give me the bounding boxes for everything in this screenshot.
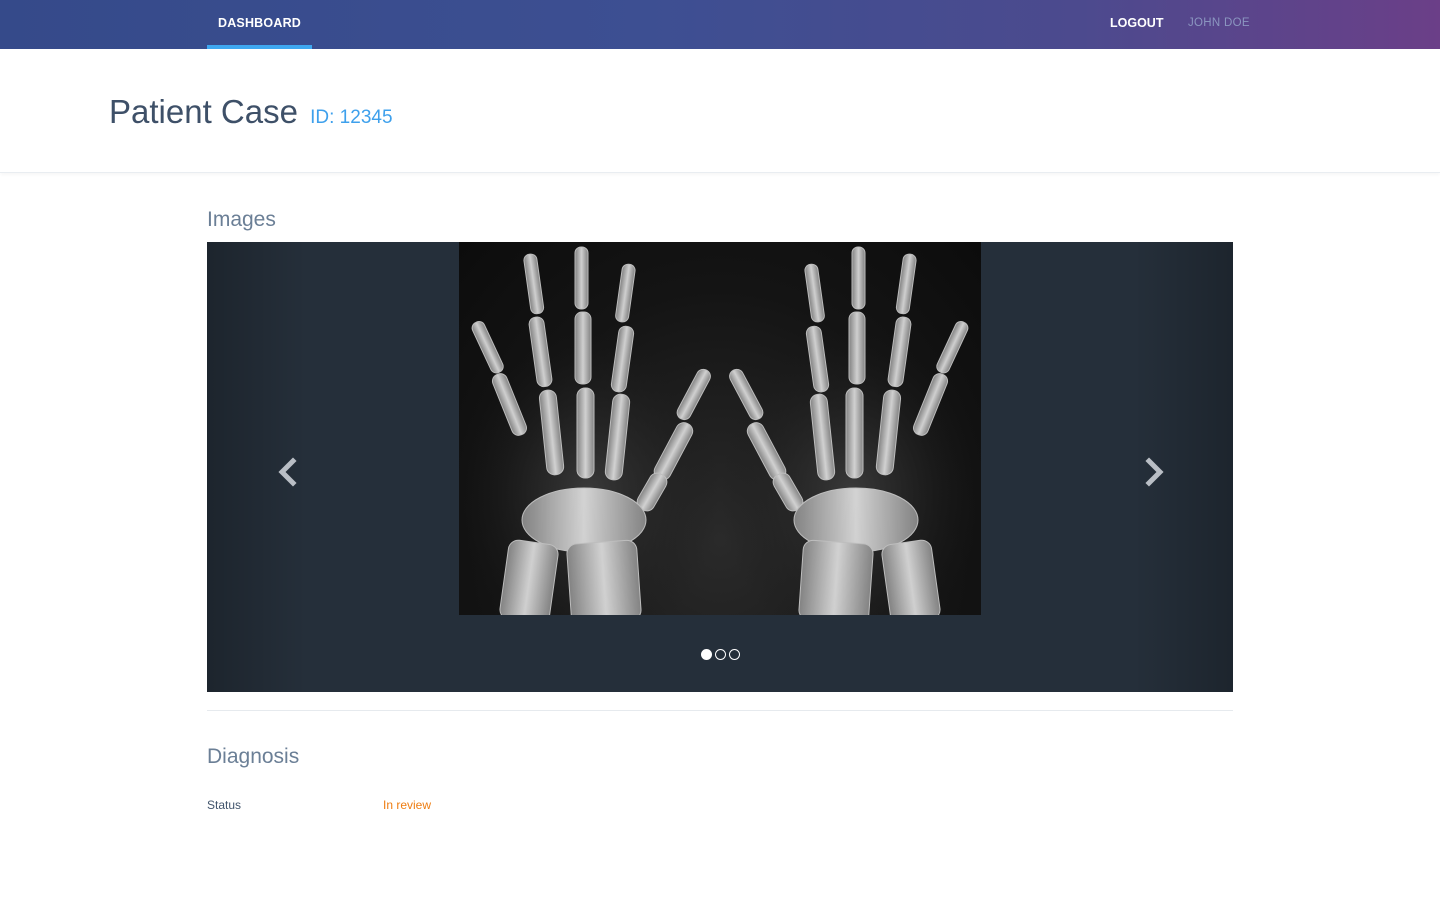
top-navbar: DASHBOARD LOGOUT JOHN DOE — [0, 0, 1440, 49]
page-header: Patient Case ID: 12345 — [0, 49, 1440, 173]
carousel-indicators — [207, 649, 1233, 663]
images-section-title: Images — [207, 208, 276, 231]
page-title-text: Patient Case — [109, 93, 298, 130]
status-value: In review — [383, 798, 432, 812]
carousel-prev-button[interactable] — [273, 454, 303, 490]
chevron-left-icon — [278, 457, 297, 487]
right-hand-xray — [721, 246, 981, 615]
nav-tab-dashboard-label: DASHBOARD — [217, 16, 302, 30]
diagnosis-section-title: Diagnosis — [207, 745, 300, 768]
nav-tab-dashboard[interactable]: DASHBOARD — [207, 0, 312, 49]
carousel-indicator-1[interactable] — [700, 649, 712, 660]
chevron-right-icon — [1145, 457, 1164, 487]
hand-xray-illustration — [459, 246, 981, 615]
case-id: ID: 12345 — [310, 107, 393, 128]
xray-image — [459, 242, 981, 615]
user-name: JOHN DOE — [1188, 17, 1250, 29]
logout-link[interactable]: LOGOUT — [1110, 0, 1163, 49]
carousel-next-button[interactable] — [1139, 454, 1169, 490]
image-carousel — [207, 242, 1233, 692]
left-hand-xray — [459, 246, 719, 615]
carousel-indicator-3[interactable] — [728, 649, 740, 660]
status-label: Status — [207, 798, 242, 812]
carousel-indicator-2[interactable] — [714, 649, 726, 660]
section-divider — [207, 710, 1233, 711]
page-title: Patient Case ID: 12345 — [109, 93, 393, 131]
